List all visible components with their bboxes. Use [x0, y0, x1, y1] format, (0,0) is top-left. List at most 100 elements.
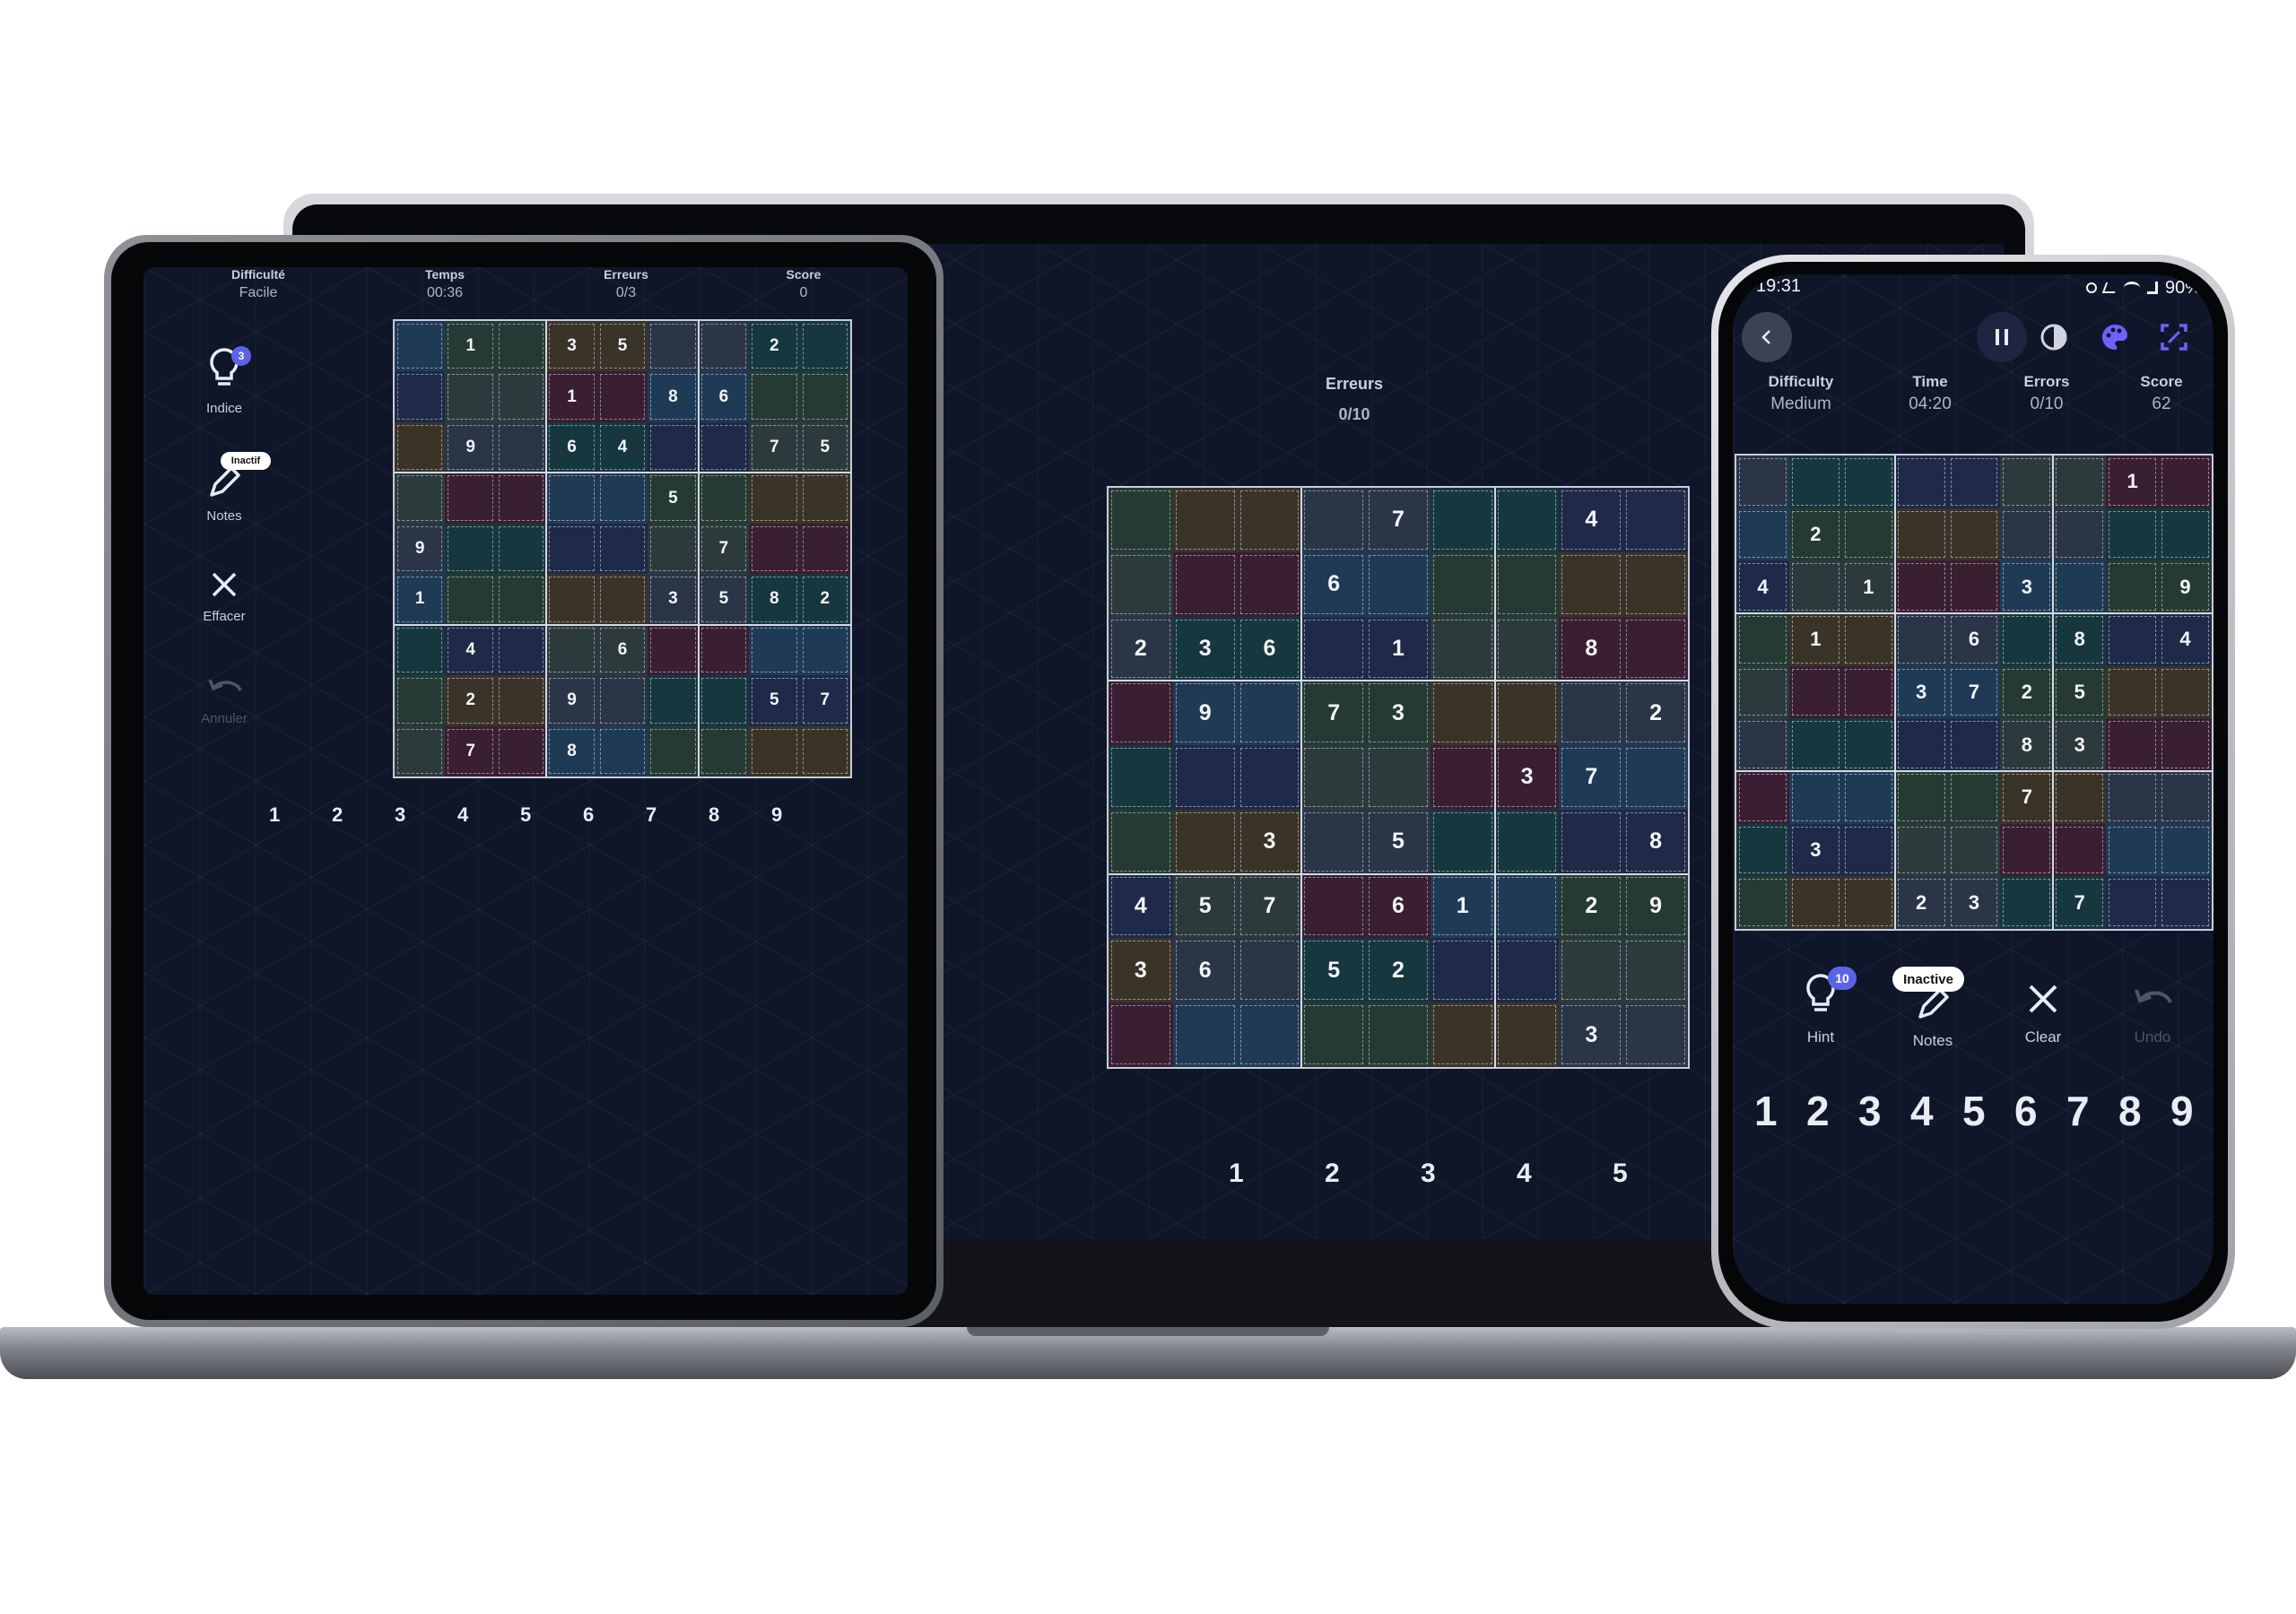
grid-cell[interactable] [1736, 665, 1789, 719]
grid-cell[interactable]: 2 [1623, 681, 1688, 746]
grid-cell[interactable] [1788, 771, 1842, 824]
grid-cell[interactable] [1623, 745, 1688, 810]
grid-cell[interactable] [2000, 823, 2054, 877]
grid-cell[interactable]: 5 [749, 675, 800, 726]
grid-cell[interactable] [1494, 873, 1560, 939]
grid-cell[interactable]: 8 [648, 371, 699, 422]
grid-cell[interactable]: 3 [1559, 1002, 1624, 1067]
grid-cell[interactable] [648, 725, 699, 777]
grid-cell[interactable]: 7 [799, 675, 850, 726]
grid-cell[interactable]: 7 [1237, 873, 1302, 939]
grid-cell[interactable] [1430, 1002, 1495, 1067]
grid-cell[interactable] [1237, 745, 1302, 810]
grid-cell[interactable] [1494, 616, 1560, 681]
grid-cell[interactable] [2053, 560, 2107, 613]
grid-cell[interactable] [1237, 681, 1302, 746]
grid-cell[interactable] [1947, 771, 2001, 824]
hint-button[interactable]: 10 Hint [1776, 967, 1866, 1046]
grid-cell[interactable] [698, 725, 750, 777]
grid-cell[interactable]: 7 [2000, 771, 2054, 824]
grid-cell[interactable] [1237, 1002, 1302, 1067]
grid-cell[interactable]: 6 [1172, 938, 1238, 1003]
number-key-9[interactable]: 9 [2170, 1087, 2194, 1135]
grid-cell[interactable] [799, 473, 850, 524]
grid-cell[interactable] [495, 624, 547, 676]
grid-cell[interactable] [698, 675, 750, 726]
grid-cell[interactable] [1430, 681, 1495, 746]
grid-cell[interactable]: 3 [546, 321, 597, 372]
grid-cell[interactable] [1894, 771, 1948, 824]
number-key-2[interactable]: 2 [332, 803, 343, 827]
grid-cell[interactable] [1736, 718, 1789, 771]
hint-button[interactable]: 3 Indice [179, 346, 269, 416]
grid-cell[interactable] [596, 371, 648, 422]
grid-cell[interactable] [2106, 508, 2160, 561]
grid-cell[interactable] [2053, 508, 2107, 561]
grid-cell[interactable] [395, 473, 446, 524]
grid-cell[interactable] [698, 421, 750, 473]
grid-cell[interactable] [1736, 876, 1789, 929]
grid-cell[interactable]: 4 [2159, 613, 2212, 666]
grid-cell[interactable]: 5 [698, 574, 750, 625]
grid-cell[interactable] [1301, 616, 1367, 681]
grid-cell[interactable] [1736, 823, 1789, 877]
grid-cell[interactable] [1736, 613, 1789, 666]
grid-cell[interactable] [2000, 456, 2054, 508]
grid-cell[interactable]: 7 [698, 523, 750, 575]
grid-cell[interactable] [2106, 613, 2160, 666]
grid-cell[interactable]: 2 [1559, 873, 1624, 939]
grid-cell[interactable]: 7 [1559, 745, 1624, 810]
grid-cell[interactable] [1559, 551, 1624, 617]
grid-cell[interactable]: 6 [596, 624, 648, 676]
grid-cell[interactable]: 8 [546, 725, 597, 777]
grid-cell[interactable] [596, 675, 648, 726]
number-key-3[interactable]: 3 [395, 803, 405, 827]
fullscreen-button[interactable] [2158, 321, 2190, 353]
grid-cell[interactable] [445, 574, 496, 625]
grid-cell[interactable]: 5 [596, 321, 648, 372]
grid-cell[interactable] [1894, 823, 1948, 877]
grid-cell[interactable]: 6 [698, 371, 750, 422]
grid-cell[interactable]: 5 [1172, 873, 1238, 939]
grid-cell[interactable] [799, 725, 850, 777]
grid-cell[interactable] [1109, 551, 1173, 617]
grid-cell[interactable] [596, 523, 648, 575]
grid-cell[interactable] [1109, 809, 1173, 874]
grid-cell[interactable] [546, 523, 597, 575]
grid-cell[interactable]: 3 [1788, 823, 1842, 877]
grid-cell[interactable] [2159, 508, 2212, 561]
grid-cell[interactable]: 4 [1559, 488, 1624, 552]
grid-cell[interactable] [2159, 823, 2212, 877]
grid-cell[interactable]: 7 [1366, 488, 1431, 552]
grid-cell[interactable]: 6 [1301, 551, 1367, 617]
number-key-8[interactable]: 8 [709, 803, 719, 827]
grid-cell[interactable] [1841, 613, 1895, 666]
grid-cell[interactable]: 2 [749, 321, 800, 372]
grid-cell[interactable] [395, 725, 446, 777]
grid-cell[interactable]: 4 [445, 624, 496, 676]
grid-cell[interactable]: 9 [1623, 873, 1688, 939]
grid-cell[interactable] [1430, 938, 1495, 1003]
grid-cell[interactable] [1841, 508, 1895, 561]
grid-cell[interactable] [698, 473, 750, 524]
grid-cell[interactable] [749, 371, 800, 422]
grid-cell[interactable] [1430, 616, 1495, 681]
grid-cell[interactable] [1736, 771, 1789, 824]
clear-button[interactable]: Effacer [179, 567, 269, 624]
grid-cell[interactable] [1494, 551, 1560, 617]
grid-cell[interactable]: 9 [1172, 681, 1238, 746]
grid-cell[interactable]: 8 [749, 574, 800, 625]
back-button[interactable] [1742, 312, 1792, 362]
grid-cell[interactable] [648, 523, 699, 575]
grid-cell[interactable]: 2 [1109, 616, 1173, 681]
grid-cell[interactable] [749, 473, 800, 524]
number-key-1[interactable]: 1 [1229, 1158, 1244, 1189]
grid-cell[interactable] [1109, 745, 1173, 810]
grid-cell[interactable] [648, 624, 699, 676]
grid-cell[interactable] [749, 725, 800, 777]
grid-cell[interactable] [2053, 823, 2107, 877]
grid-cell[interactable] [1947, 718, 2001, 771]
number-key-4[interactable]: 4 [457, 803, 468, 827]
grid-cell[interactable]: 6 [1237, 616, 1302, 681]
grid-cell[interactable] [799, 624, 850, 676]
